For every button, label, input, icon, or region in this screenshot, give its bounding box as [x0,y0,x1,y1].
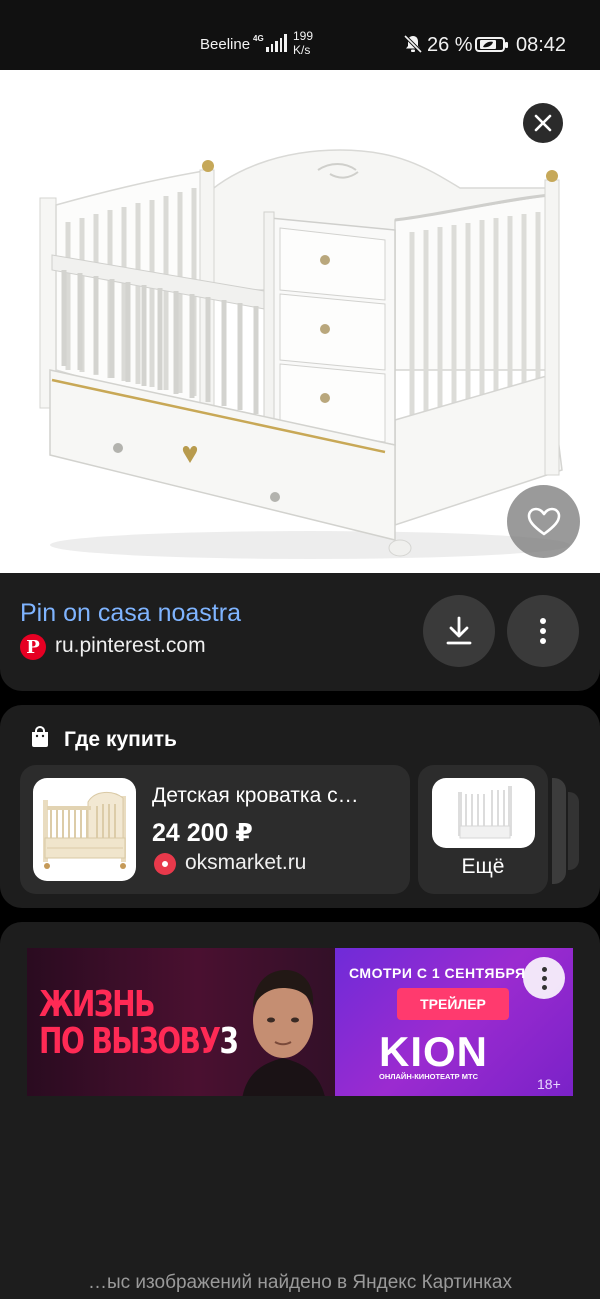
product-price: 24 200 ₽ [152,819,253,847]
pinterest-logo-icon: P [20,634,46,660]
ad-title-line1: ЖИЗНЬ [39,984,155,1025]
speed-value: 199 [293,29,314,43]
ad-release-date: СМОТРИ С 1 СЕНТЯБРЯ [349,965,526,981]
age-rating: 18+ [537,1076,561,1092]
ad-menu-dot [541,984,547,990]
clock: 08:42 [516,34,567,56]
carrier-name: Beeline [200,36,251,53]
battery-percent: 26 % [427,34,473,56]
ad-title-line2: ПО ВЫЗОВУ [39,1021,221,1062]
ad-menu-button[interactable] [523,957,565,999]
product-name: Детская кроватка с… [152,784,359,807]
crib-thumbnail-image [43,792,126,869]
shop-logo-icon [154,853,176,875]
ad-trailer-button[interactable]: ТРЕЙЛЕР [397,988,509,1020]
kion-tagline: ОНЛАЙН-КИНОТЕАТР МТС [379,1072,478,1081]
actor-portrait-image [242,970,325,1096]
network-type: 4G [253,34,264,43]
status-bar: Beeline 4G 199 K/s 26 % 08:42 [0,0,600,70]
crib-illustration [39,149,570,559]
battery-saver-leaf-icon [480,40,496,49]
heart-icon [527,507,560,535]
product-thumbnail [33,778,136,881]
bell-muted-icon [403,34,423,54]
ad-banner[interactable]: ЖИЗНЬ ПО ВЫЗОВУ3 СМОТРИ С 1 СЕНТЯБРЯ ТРЕ… [27,948,573,1096]
source-domain[interactable]: ru.pinterest.com [55,634,206,658]
result-image[interactable] [0,70,600,573]
battery-icon [475,37,508,52]
shop-domain: oksmarket.ru [185,851,307,874]
speed-unit: K/s [293,43,311,57]
more-offers-label: Ещё [461,855,505,878]
shopping-bag-icon [32,726,48,747]
source-title-link[interactable]: Pin on casa noastra [20,599,241,628]
download-icon [446,616,472,645]
ad-menu-dot [541,966,547,972]
download-button[interactable] [423,595,495,667]
results-count-note: …ыс изображений найдено в Яндекс Картинк… [87,1272,512,1293]
signal-icon [266,34,287,52]
more-offers-thumbnail [432,778,535,848]
favorite-button[interactable] [507,485,580,558]
where-to-buy-title: Где купить [64,728,177,751]
close-icon [534,114,552,132]
crib-white-thumbnail-image [458,786,512,839]
carousel-edge [552,778,566,884]
more-vertical-icon [540,618,546,644]
kion-logo: KION [379,1028,488,1075]
ad-menu-dot [541,975,547,981]
network-speed: 199 K/s [293,29,313,57]
more-options-button[interactable] [507,595,579,667]
carousel-edge-back [568,792,579,870]
close-button[interactable] [523,103,563,143]
